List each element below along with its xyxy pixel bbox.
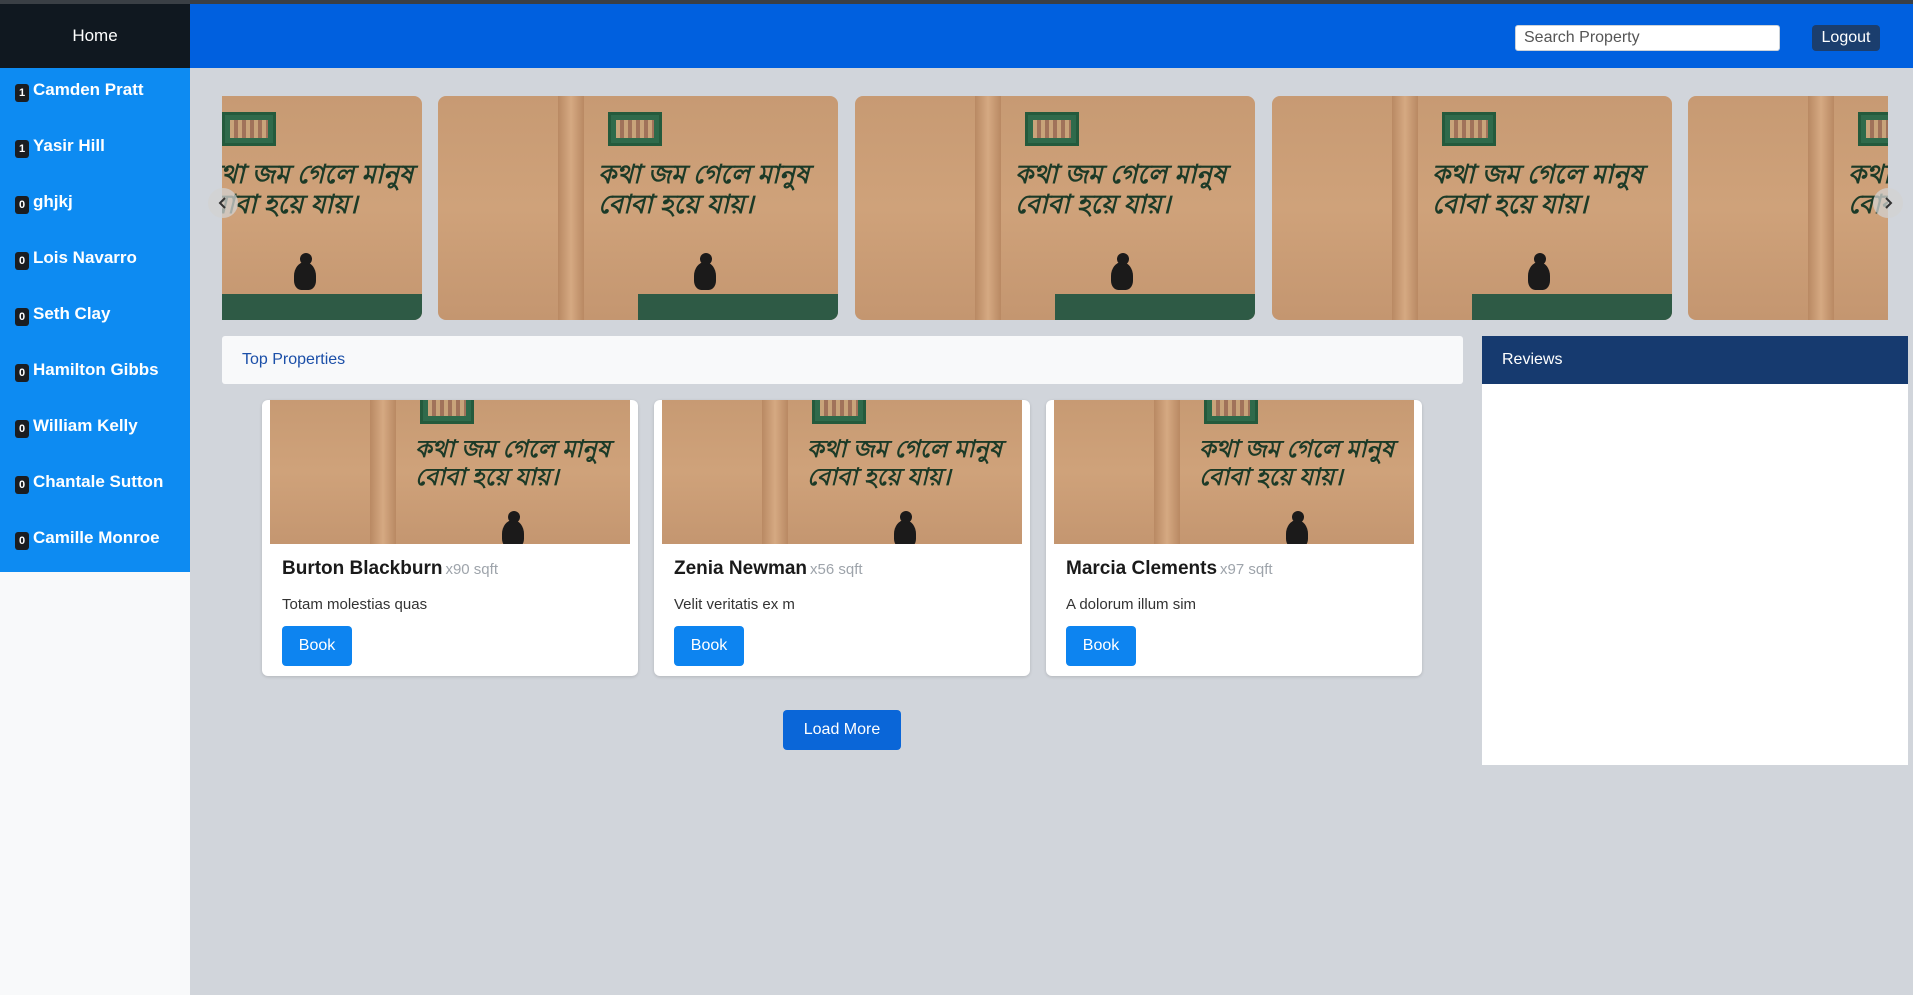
sidebar-item-camille-monroe[interactable]: 0 Camille Monroe: [0, 516, 190, 572]
property-image: কথা জম গেলে মানুষবোবা হয়ে যায়।: [1272, 96, 1672, 320]
property-image: কথা জম গেলে মানুষবোবা হয়ে যায়।: [270, 400, 630, 544]
carousel-slide[interactable]: কথা জম গেলে মানুষবোবা হয়ে যায়।: [438, 96, 838, 320]
sidebar-item-label: Seth Clay: [33, 304, 111, 323]
sidebar-item-label: Chantale Sutton: [33, 472, 164, 491]
sidebar-home-label: Home: [72, 26, 118, 45]
count-badge: 1: [15, 84, 29, 102]
sidebar-item-label: Yasir Hill: [33, 136, 105, 155]
sidebar-item-ghjkj[interactable]: 0 ghjkj: [0, 180, 190, 236]
count-badge: 1: [15, 140, 29, 158]
carousel-prev-button[interactable]: [208, 188, 238, 218]
search-input[interactable]: [1515, 25, 1780, 51]
count-badge: 0: [15, 308, 29, 326]
book-button[interactable]: Book: [1066, 626, 1136, 666]
count-badge: 0: [15, 532, 29, 550]
sidebar-item-lois-navarro[interactable]: 0 Lois Navarro: [0, 236, 190, 292]
count-badge: 0: [15, 196, 29, 214]
sidebar-user-list: 1 Camden Pratt 1 Yasir Hill 0 ghjkj 0 Lo…: [0, 68, 190, 572]
sidebar: Home 1 Camden Pratt 1 Yasir Hill 0 ghjkj…: [0, 4, 190, 995]
property-name: Marcia Clements: [1066, 558, 1218, 579]
chevron-left-icon: [218, 197, 226, 209]
sidebar-item-william-kelly[interactable]: 0 William Kelly: [0, 404, 190, 460]
top-properties-title: Top Properties: [242, 351, 346, 368]
property-image: কথা জম গেলে মানুষবোবা হয়ে যায়।: [662, 400, 1022, 544]
property-card: কথা জম গেলে মানুষ বোবা হয়ে যায়। Zenia N…: [654, 400, 1030, 676]
property-card: কথা জম গেলে মানুষ বোবা হয়ে যায়। Marcia …: [1046, 400, 1422, 676]
property-image: কথা জম গেলে মানুষবোবা হয়ে যায়।: [438, 96, 838, 320]
sidebar-item-label: Hamilton Gibbs: [33, 360, 159, 379]
property-area: x90 sqft: [445, 561, 498, 578]
property-title: Burton Blackburn x90 sqft: [282, 558, 498, 580]
carousel-slide[interactable]: কথা জম গেলে মানুষবোবা হয়ে যায়।: [1272, 96, 1672, 320]
chevron-right-icon: [1885, 197, 1893, 209]
sidebar-item-label: Camille Monroe: [33, 528, 160, 547]
property-card: কথা জম গেলে মানুষ বোবা হয়ে যায়। Burton …: [262, 400, 638, 676]
sidebar-item-label: William Kelly: [33, 416, 138, 435]
sidebar-item-label: ghjkj: [33, 192, 73, 211]
property-carousel: কথা জম গেলে মানুষবোবা হয়ে যায়। কথা জম …: [222, 96, 1888, 320]
property-area: x56 sqft: [810, 561, 863, 578]
property-title: Zenia Newman x56 sqft: [674, 558, 863, 580]
property-name: Zenia Newman: [674, 558, 808, 579]
sidebar-home-link[interactable]: Home: [0, 4, 190, 68]
property-image: কথা জম গেলে মানুষবোবা হয়ে যায়।: [855, 96, 1255, 320]
carousel-slide[interactable]: কথা জম গেলে মানুষবোবা হয়ে যায়।: [855, 96, 1255, 320]
reviews-panel: Reviews: [1482, 336, 1908, 765]
count-badge: 0: [15, 476, 29, 494]
top-header: Logout: [190, 4, 1913, 68]
sidebar-item-camden-pratt[interactable]: 1 Camden Pratt: [0, 68, 190, 124]
carousel-slide[interactable]: কথা জম গেলে মানুষবোবা হয়ে যায়।: [222, 96, 422, 320]
sidebar-item-hamilton-gibbs[interactable]: 0 Hamilton Gibbs: [0, 348, 190, 404]
property-image: কথা জম গেলে মানুষবোবা হয়ে যায়।: [222, 96, 422, 320]
sidebar-item-label: Camden Pratt: [33, 80, 144, 99]
property-area: x97 sqft: [1220, 561, 1273, 578]
property-title: Marcia Clements x97 sqft: [1066, 558, 1273, 580]
book-button[interactable]: Book: [282, 626, 352, 666]
property-description: Velit veritatis ex m: [674, 596, 795, 613]
property-description: Totam molestias quas: [282, 596, 428, 613]
count-badge: 0: [15, 252, 29, 270]
book-button[interactable]: Book: [674, 626, 744, 666]
logout-button[interactable]: Logout: [1812, 25, 1880, 51]
property-image: কথা জম গেলে মানুষবোবা হয়ে যায়।: [1688, 96, 1888, 320]
sidebar-item-chantale-sutton[interactable]: 0 Chantale Sutton: [0, 460, 190, 516]
sidebar-item-seth-clay[interactable]: 0 Seth Clay: [0, 292, 190, 348]
reviews-title: Reviews: [1502, 351, 1563, 368]
load-more-button[interactable]: Load More: [783, 710, 901, 750]
property-name: Burton Blackburn: [282, 558, 443, 579]
reviews-header: Reviews: [1482, 336, 1908, 384]
property-image: কথা জম গেলে মানুষবোবা হয়ে যায়।: [1054, 400, 1414, 544]
carousel-slide[interactable]: কথা জম গেলে মানুষবোবা হয়ে যায়।: [1688, 96, 1888, 320]
top-properties-header: Top Properties: [222, 336, 1463, 384]
carousel-next-button[interactable]: [1873, 188, 1903, 218]
property-description: A dolorum illum sim: [1066, 596, 1197, 613]
count-badge: 0: [15, 420, 29, 438]
sidebar-item-yasir-hill[interactable]: 1 Yasir Hill: [0, 124, 190, 180]
sidebar-item-label: Lois Navarro: [33, 248, 137, 267]
count-badge: 0: [15, 364, 29, 382]
